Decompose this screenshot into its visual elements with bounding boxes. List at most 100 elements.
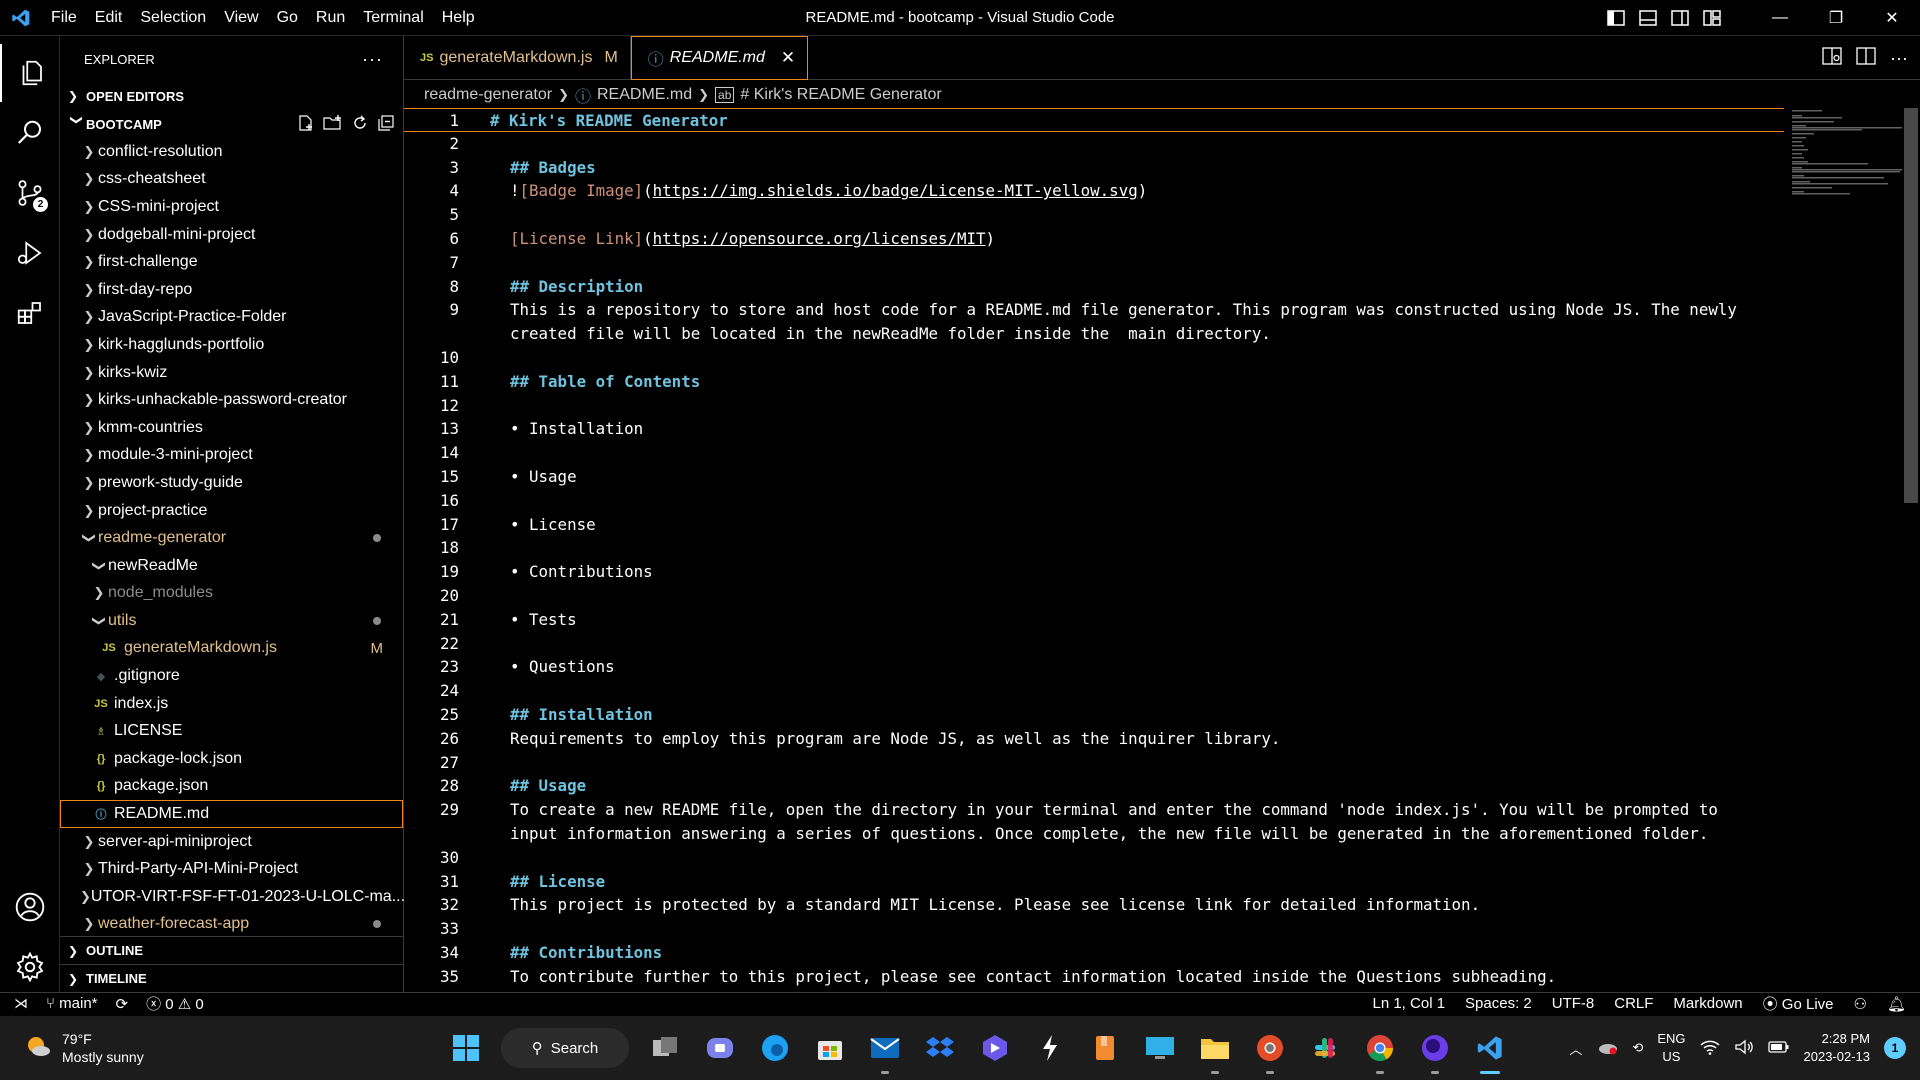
new-file-icon[interactable] bbox=[297, 114, 315, 135]
workspace-section[interactable]: ❯ BOOTCAMP bbox=[60, 110, 403, 138]
sync-status-icon[interactable]: ⟲ bbox=[1632, 1040, 1643, 1056]
tree-folder-newreadme[interactable]: ❯ newReadMe bbox=[60, 552, 403, 580]
breadcrumb-symbol[interactable]: # Kirk's README Generator bbox=[740, 86, 941, 104]
remote-icon[interactable]: ⋊ bbox=[14, 995, 28, 1012]
toggle-secondary-sidebar-icon[interactable] bbox=[1664, 0, 1696, 36]
tree-folder[interactable]: ❯ kmm-countries bbox=[60, 414, 403, 442]
manage-gear-icon[interactable] bbox=[0, 938, 60, 996]
tree-folder[interactable]: ❯ CSS-mini-project bbox=[60, 193, 403, 221]
tree-folder[interactable]: ❯ weather-forecast-app bbox=[60, 911, 403, 939]
office-files-icon[interactable] bbox=[1077, 1016, 1132, 1080]
wifi-icon[interactable] bbox=[1699, 1039, 1720, 1058]
menu-view[interactable]: View bbox=[215, 0, 267, 36]
tree-folder[interactable]: ❯ prework-study-guide bbox=[60, 469, 403, 497]
link-url[interactable]: https://img.shields.io/badge/License-MIT… bbox=[653, 181, 1138, 200]
tree-file-license[interactable]: ♗ LICENSE bbox=[60, 717, 403, 745]
dropbox-icon[interactable] bbox=[912, 1016, 967, 1080]
onedrive-icon[interactable] bbox=[1596, 1039, 1618, 1058]
menu-file[interactable]: File bbox=[42, 0, 86, 36]
notification-badge[interactable]: 1 bbox=[1884, 1037, 1906, 1059]
tree-folder[interactable]: ❯ conflict-resolution bbox=[60, 138, 403, 166]
feedback-icon[interactable]: ⚇ bbox=[1854, 995, 1867, 1013]
extensions-icon[interactable] bbox=[0, 284, 60, 342]
tree-folder[interactable]: ❯ module-3-mini-project bbox=[60, 442, 403, 470]
open-editors-section[interactable]: ❯ OPEN EDITORS bbox=[60, 82, 403, 110]
refresh-icon[interactable] bbox=[351, 114, 369, 135]
timeline-section[interactable]: ❯ TIMELINE bbox=[60, 964, 404, 992]
tree-folder-utils[interactable]: ❯ utils bbox=[60, 607, 403, 635]
language-indicator[interactable]: ENG US bbox=[1657, 1030, 1685, 1066]
taskbar-search[interactable]: ⚲ Search bbox=[501, 1028, 629, 1068]
editor-more-actions-icon[interactable]: ··· bbox=[1890, 48, 1908, 69]
source-control-icon[interactable]: 2 bbox=[0, 164, 60, 222]
clipchamp-icon[interactable] bbox=[967, 1016, 1022, 1080]
line-endings[interactable]: CRLF bbox=[1614, 995, 1653, 1012]
tree-folder-readme-generator[interactable]: ❯ readme-generator bbox=[60, 524, 403, 552]
new-folder-icon[interactable] bbox=[323, 114, 343, 135]
tree-folder-node-modules[interactable]: ❯ node_modules bbox=[60, 580, 403, 608]
menu-terminal[interactable]: Terminal bbox=[354, 0, 432, 36]
bolt-app-icon[interactable] bbox=[1022, 1016, 1077, 1080]
tree-folder[interactable]: ❯ UTOR-VIRT-FSF-FT-01-2023-U-LOLC-ma... bbox=[60, 883, 405, 911]
show-hidden-icons-chevron-icon[interactable]: ︿ bbox=[1569, 1039, 1582, 1058]
indentation[interactable]: Spaces: 2 bbox=[1465, 995, 1532, 1012]
notifications-bell-icon[interactable]: 🔔︎ bbox=[1887, 995, 1906, 1013]
outline-section[interactable]: ❯ OUTLINE bbox=[60, 936, 404, 964]
chrome-icon[interactable] bbox=[1352, 1016, 1407, 1080]
accounts-icon[interactable] bbox=[0, 878, 60, 936]
mail-icon[interactable] bbox=[857, 1016, 912, 1080]
tab-readme[interactable]: ⓘ README.md ✕ bbox=[630, 36, 809, 80]
microsoft-store-icon[interactable] bbox=[802, 1016, 857, 1080]
code-editor[interactable]: 1 # Kirk's README Generator 2 3 ## Badges … bbox=[404, 108, 1784, 992]
vscode-taskbar-icon[interactable] bbox=[1462, 1016, 1517, 1080]
problems-indicator[interactable]: ⓧ 0 ⚠ 0 bbox=[146, 993, 204, 1014]
battery-icon[interactable] bbox=[1767, 1040, 1790, 1057]
split-editor-icon[interactable] bbox=[1856, 47, 1876, 69]
restore-icon[interactable]: ❐ bbox=[1808, 0, 1864, 36]
cursor-position[interactable]: Ln 1, Col 1 bbox=[1372, 995, 1445, 1012]
menu-run[interactable]: Run bbox=[307, 0, 354, 36]
clock[interactable]: 2:28 PM 2023-02-13 bbox=[1804, 1030, 1871, 1066]
task-view-icon[interactable] bbox=[637, 1016, 692, 1080]
file-explorer-icon[interactable] bbox=[1187, 1016, 1242, 1080]
teams-chat-icon[interactable] bbox=[692, 1016, 747, 1080]
chrome-dev-icon[interactable] bbox=[1242, 1016, 1297, 1080]
collapse-all-icon[interactable] bbox=[377, 114, 395, 135]
sync-icon[interactable]: ⟳ bbox=[116, 995, 129, 1013]
tree-folder[interactable]: ❯ JavaScript-Practice-Folder bbox=[60, 304, 403, 332]
link-url[interactable]: https://opensource.org/licenses/MIT bbox=[653, 229, 986, 248]
tree-file-package-json[interactable]: {} package.json bbox=[60, 773, 403, 801]
tree-file-package-lock[interactable]: {} package-lock.json bbox=[60, 745, 403, 773]
customize-layout-icon[interactable] bbox=[1696, 0, 1728, 36]
weather-widget[interactable]: 79°F Mostly sunny bbox=[24, 1030, 144, 1066]
more-actions-icon[interactable]: ··· bbox=[362, 49, 383, 70]
slack-icon[interactable] bbox=[1297, 1016, 1352, 1080]
menu-edit[interactable]: Edit bbox=[86, 0, 132, 36]
close-tab-icon[interactable]: ✕ bbox=[781, 48, 795, 68]
tree-folder[interactable]: ❯ dodgeball-mini-project bbox=[60, 221, 403, 249]
menu-selection[interactable]: Selection bbox=[131, 0, 215, 36]
tree-folder[interactable]: ❯ css-cheatsheet bbox=[60, 166, 403, 194]
menu-help[interactable]: Help bbox=[433, 0, 484, 36]
breadcrumb-file[interactable]: README.md bbox=[597, 86, 692, 104]
volume-icon[interactable] bbox=[1734, 1039, 1754, 1058]
tree-folder[interactable]: ❯ kirk-hagglunds-portfolio bbox=[60, 331, 403, 359]
tree-folder[interactable]: ❯ kirks-unhackable-password-creator bbox=[60, 386, 403, 414]
tree-file-generatemarkdown[interactable]: JS generateMarkdown.js M bbox=[60, 635, 403, 663]
edge-browser-icon[interactable] bbox=[747, 1016, 802, 1080]
tree-file-gitignore[interactable]: ◆ .gitignore bbox=[60, 662, 403, 690]
encoding[interactable]: UTF-8 bbox=[1552, 995, 1595, 1012]
toggle-primary-sidebar-icon[interactable] bbox=[1600, 0, 1632, 36]
remote-desktop-icon[interactable] bbox=[1132, 1016, 1187, 1080]
windows-start-icon[interactable] bbox=[438, 1016, 493, 1080]
run-debug-icon[interactable] bbox=[0, 224, 60, 282]
branch-indicator[interactable]: ⑂ main* bbox=[46, 995, 98, 1012]
menu-go[interactable]: Go bbox=[268, 0, 307, 36]
breadcrumb-folder[interactable]: readme-generator bbox=[424, 86, 552, 104]
close-window-icon[interactable]: ✕ bbox=[1864, 0, 1920, 36]
open-preview-side-icon[interactable] bbox=[1822, 47, 1842, 69]
tree-file-index-js[interactable]: JS index.js bbox=[60, 690, 403, 718]
minimize-icon[interactable]: — bbox=[1752, 0, 1808, 36]
purple-app-icon[interactable] bbox=[1407, 1016, 1462, 1080]
tree-folder[interactable]: ❯ server-api-miniproject bbox=[60, 828, 403, 856]
